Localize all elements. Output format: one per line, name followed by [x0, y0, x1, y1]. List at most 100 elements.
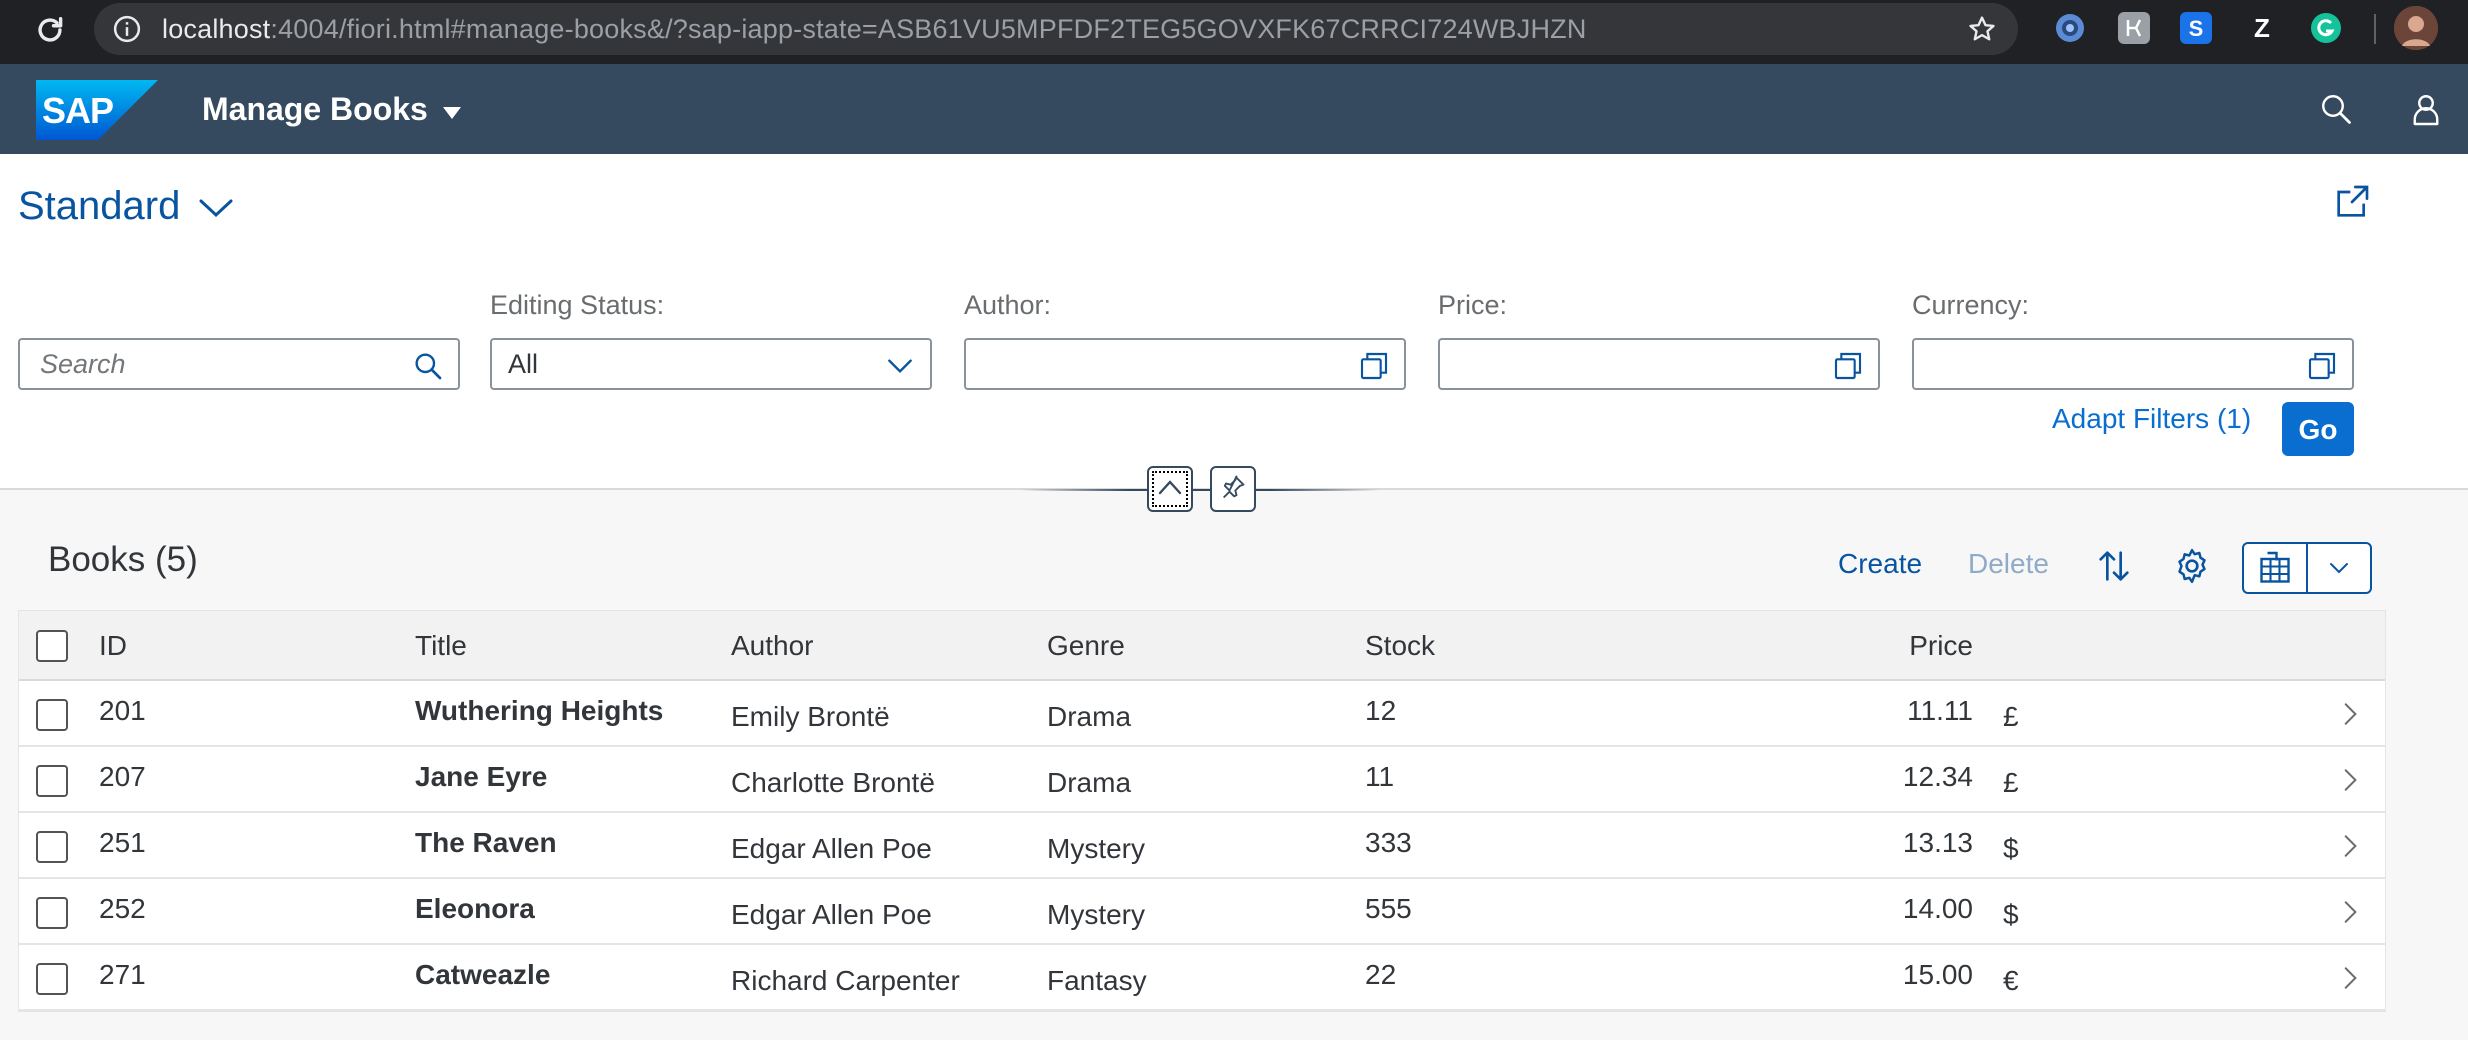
delete-button[interactable]: Delete	[1968, 548, 2049, 580]
address-bar[interactable]: localhost:4004/fiori.html#manage-books&/…	[94, 3, 2018, 55]
cell-currency: €	[2003, 965, 2019, 996]
header-divider-line	[1020, 489, 1380, 491]
cell-price: 12.34	[1902, 761, 1973, 792]
cell-stock: 22	[1365, 959, 1397, 990]
cell-title: Catweazle	[415, 959, 551, 990]
export-icon[interactable]	[2244, 544, 2308, 592]
cell-price: 15.00	[1902, 959, 1973, 990]
star-icon[interactable]	[1966, 13, 1998, 45]
search-input[interactable]: Search	[18, 338, 460, 390]
extension-grey-icon[interactable]	[2118, 12, 2150, 44]
price-field[interactable]	[1438, 338, 1880, 390]
cell-title: Jane Eyre	[415, 761, 548, 792]
author-label: Author:	[964, 290, 1052, 320]
go-button[interactable]: Go	[2282, 402, 2354, 456]
filter-header: Standard Search Editing Status: All Auth…	[0, 154, 2468, 490]
chevron-right-icon[interactable]	[2337, 833, 2363, 859]
cell-id: 201	[99, 695, 146, 726]
row-checkbox[interactable]	[36, 897, 68, 929]
cell-id: 207	[99, 761, 146, 792]
value-help-icon[interactable]	[2306, 350, 2338, 382]
table-row[interactable]: 251 The Raven Edgar Allen Poe Mystery 33…	[19, 813, 2385, 879]
grammarly-icon[interactable]	[2310, 12, 2342, 44]
column-header-author[interactable]: Author	[731, 611, 814, 681]
select-all-checkbox[interactable]	[36, 630, 68, 662]
currency-field[interactable]	[1912, 338, 2354, 390]
collapse-header-button[interactable]	[1147, 466, 1193, 512]
chevron-right-icon[interactable]	[2337, 701, 2363, 727]
chevron-down-icon[interactable]	[884, 350, 916, 382]
pin-header-button[interactable]	[1210, 466, 1256, 512]
adapt-filters-button[interactable]: Adapt Filters (1)	[2052, 394, 2251, 444]
search-icon[interactable]	[412, 350, 444, 382]
variant-name: Standard	[18, 184, 181, 228]
table-row[interactable]: 207 Jane Eyre Charlotte Brontë Drama 11 …	[19, 747, 2385, 813]
cell-title: The Raven	[415, 827, 557, 858]
chevron-right-icon[interactable]	[2337, 965, 2363, 991]
url-host: localhost	[162, 14, 271, 44]
extension-camera-icon[interactable]	[2054, 12, 2086, 44]
chevron-right-icon[interactable]	[2337, 767, 2363, 793]
column-header-title[interactable]: Title	[415, 611, 467, 681]
cell-stock: 555	[1365, 893, 1412, 924]
svg-text:S: S	[2189, 16, 2204, 41]
svg-text:Z: Z	[2254, 13, 2270, 43]
cell-stock: 11	[1365, 761, 1395, 792]
editing-status-label: Editing Status:	[490, 290, 665, 320]
table-row[interactable]: 252 Eleonora Edgar Allen Poe Mystery 555…	[19, 879, 2385, 945]
column-header-stock[interactable]: Stock	[1365, 611, 1435, 681]
table-row[interactable]: 201 Wuthering Heights Emily Brontë Drama…	[19, 681, 2385, 747]
export-split-button[interactable]	[2242, 542, 2372, 594]
row-checkbox[interactable]	[36, 831, 68, 863]
column-header-genre[interactable]: Genre	[1047, 611, 1125, 681]
search-placeholder: Search	[40, 349, 126, 379]
cell-currency: $	[2003, 899, 2019, 930]
cell-genre: Fantasy	[1047, 965, 1147, 996]
value-help-icon[interactable]	[1832, 350, 1864, 382]
svg-text:SAP: SAP	[42, 90, 113, 131]
cell-id: 251	[99, 827, 146, 858]
share-icon[interactable]	[2332, 182, 2372, 222]
create-button[interactable]: Create	[1838, 548, 1922, 580]
info-icon[interactable]	[112, 14, 142, 44]
sap-logo[interactable]: SAP	[36, 80, 158, 140]
cell-genre: Mystery	[1047, 833, 1145, 864]
profile-avatar[interactable]	[2394, 6, 2438, 50]
extension-z-icon[interactable]: Z	[2246, 12, 2278, 44]
user-icon[interactable]	[2408, 91, 2444, 127]
gear-icon[interactable]	[2172, 546, 2212, 586]
cell-genre: Drama	[1047, 767, 1132, 798]
cell-currency: £	[2003, 701, 2019, 732]
cell-author: Richard Carpenter	[731, 965, 960, 996]
cell-author: Charlotte Brontë	[731, 767, 935, 798]
variant-selector[interactable]: Standard	[18, 184, 234, 229]
chevron-right-icon[interactable]	[2337, 899, 2363, 925]
reload-icon[interactable]	[30, 10, 70, 50]
chevron-down-icon[interactable]	[2308, 544, 2370, 592]
shell-bar: SAP Manage Books	[0, 64, 2468, 154]
extension-s-icon[interactable]: S	[2180, 12, 2212, 44]
search-icon[interactable]	[2318, 91, 2354, 127]
chevron-down-icon	[198, 184, 234, 229]
cell-id: 271	[99, 959, 146, 990]
cell-stock: 12	[1365, 695, 1397, 726]
table-row[interactable]: 271 Catweazle Richard Carpenter Fantasy …	[19, 945, 2385, 1011]
column-header-price[interactable]: Price	[1909, 611, 1973, 681]
row-checkbox[interactable]	[36, 699, 68, 731]
table-title: Books (5)	[48, 540, 198, 579]
app-title-menu[interactable]: Manage Books	[202, 64, 462, 154]
currency-label: Currency:	[1912, 290, 2030, 320]
author-field[interactable]	[964, 338, 1406, 390]
cell-author: Edgar Allen Poe	[731, 833, 932, 864]
row-checkbox[interactable]	[36, 963, 68, 995]
cell-title: Wuthering Heights	[415, 695, 664, 726]
row-checkbox[interactable]	[36, 765, 68, 797]
cell-author: Emily Brontë	[731, 701, 890, 732]
value-help-icon[interactable]	[1358, 350, 1390, 382]
editing-status-select[interactable]: All	[490, 338, 932, 390]
url-text[interactable]: localhost:4004/fiori.html#manage-books&/…	[162, 3, 1587, 55]
cell-genre: Drama	[1047, 701, 1132, 732]
cell-price: 14.00	[1902, 893, 1973, 924]
column-header-id[interactable]: ID	[99, 611, 127, 681]
sort-icon[interactable]	[2094, 546, 2134, 586]
